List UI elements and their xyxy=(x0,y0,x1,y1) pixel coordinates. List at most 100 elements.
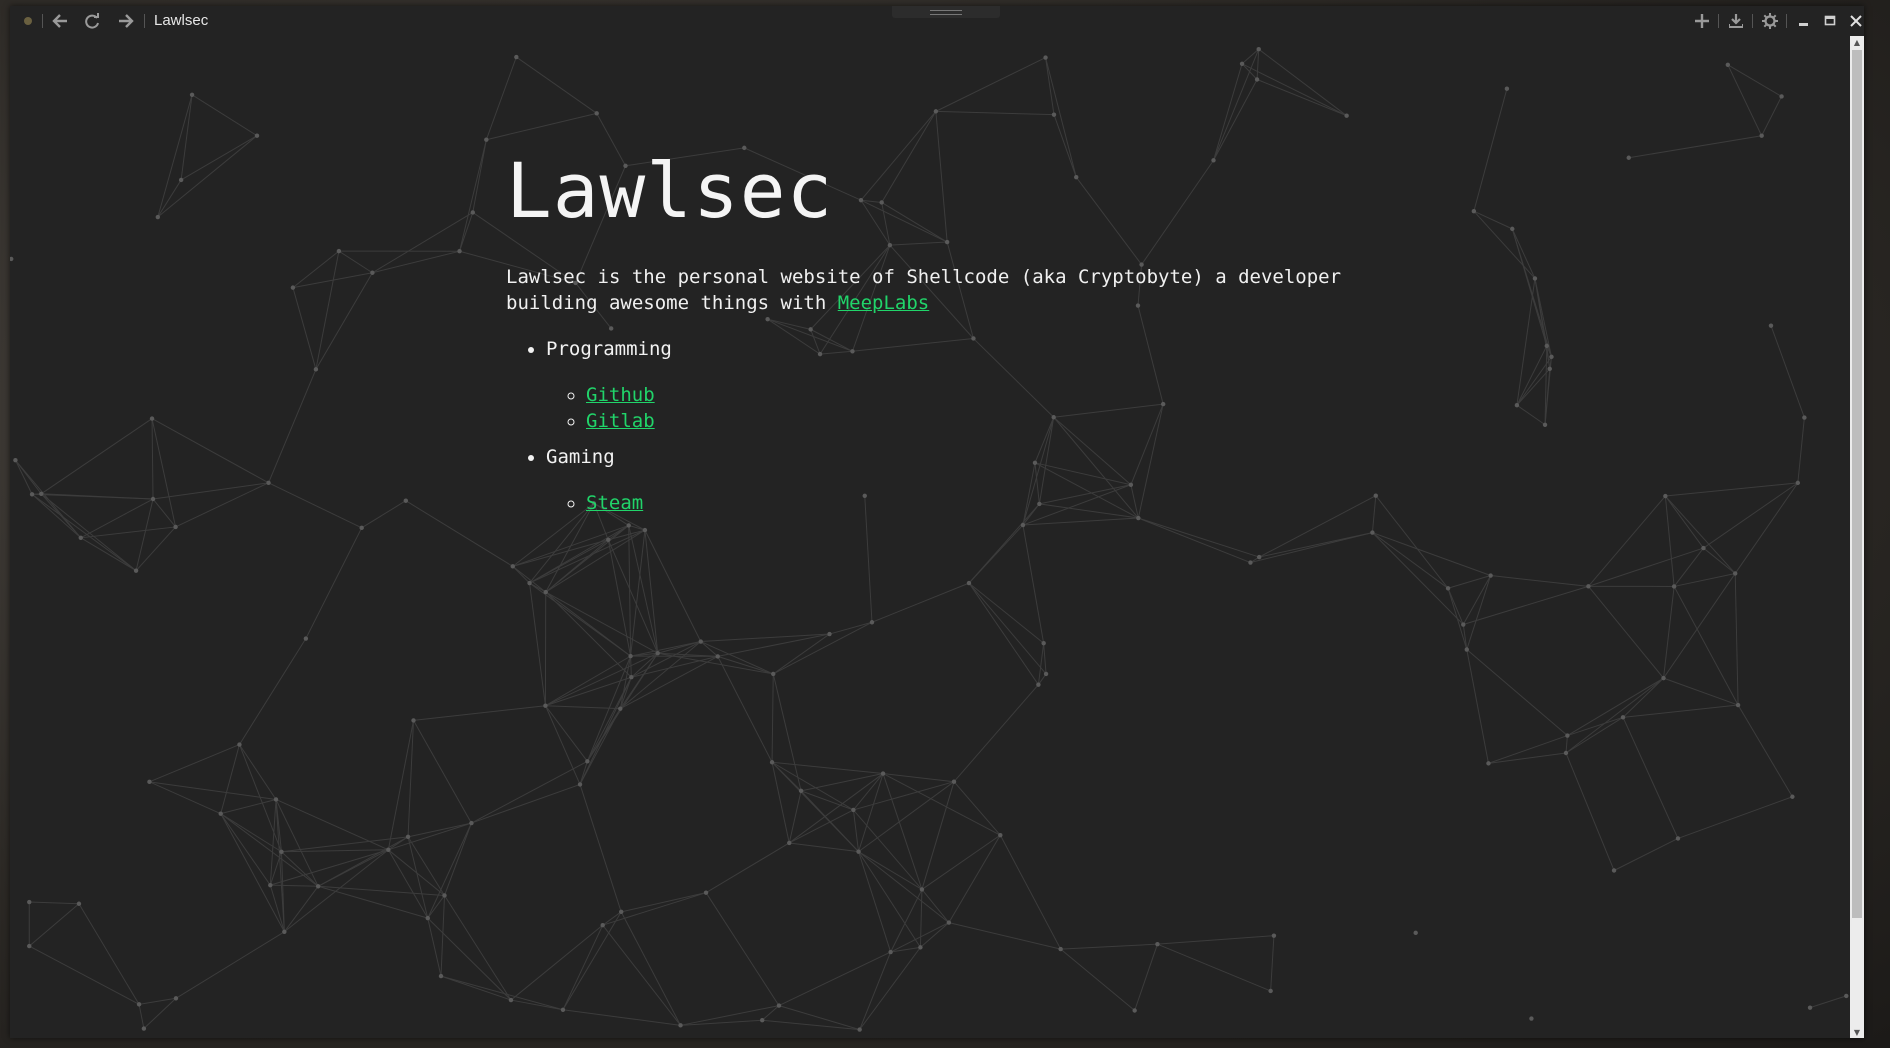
network-node xyxy=(594,111,599,116)
network-node xyxy=(1413,930,1418,936)
network-line xyxy=(440,895,446,977)
network-node xyxy=(268,882,273,888)
toolbar-divider xyxy=(1752,14,1753,28)
network-line xyxy=(1622,717,1679,839)
network-node xyxy=(1461,622,1466,627)
network-line xyxy=(407,720,415,837)
network-line xyxy=(883,773,955,783)
network-line xyxy=(545,591,632,678)
network-line xyxy=(1567,677,1664,736)
network-line xyxy=(1473,210,1536,279)
minimize-button[interactable] xyxy=(1792,10,1816,32)
network-line xyxy=(1270,935,1275,992)
network-node xyxy=(642,527,648,533)
vertical-scrollbar[interactable]: ▲ ▼ xyxy=(1850,36,1864,1038)
network-line xyxy=(871,582,970,623)
network-line xyxy=(388,849,445,896)
network-line xyxy=(512,565,547,593)
network-line xyxy=(644,530,659,654)
network-line xyxy=(1060,948,1135,1011)
maximize-button[interactable] xyxy=(1818,10,1842,32)
network-line xyxy=(220,744,240,814)
network-node xyxy=(290,285,296,290)
network-node xyxy=(149,416,155,421)
plus-icon xyxy=(1695,14,1709,28)
settings-button[interactable] xyxy=(1758,10,1782,32)
network-line xyxy=(858,781,955,853)
gitlab-link[interactable]: Gitlab xyxy=(586,410,655,432)
network-node xyxy=(703,890,709,895)
close-button[interactable] xyxy=(1844,10,1864,32)
network-line xyxy=(510,999,564,1011)
network-node xyxy=(303,636,309,641)
network-node xyxy=(39,491,44,497)
forward-button[interactable] xyxy=(114,10,138,32)
network-line xyxy=(157,179,182,218)
network-line xyxy=(858,851,950,923)
network-line xyxy=(157,94,193,218)
network-line xyxy=(607,539,632,657)
network-line xyxy=(407,822,472,838)
network-node xyxy=(10,256,14,262)
network-line xyxy=(1157,943,1271,992)
network-line xyxy=(1677,796,1793,839)
network-node xyxy=(514,54,519,60)
network-line xyxy=(953,781,1001,836)
network-line xyxy=(407,836,445,896)
network-line xyxy=(32,493,154,500)
network-node xyxy=(715,654,720,659)
network-node xyxy=(1043,671,1049,677)
network-line xyxy=(1567,716,1624,737)
network-node xyxy=(527,580,532,586)
network-node xyxy=(1514,402,1520,408)
drag-handle[interactable] xyxy=(892,6,1000,18)
network-node xyxy=(655,651,660,656)
download-button[interactable] xyxy=(1724,10,1748,32)
network-node xyxy=(869,620,875,625)
network-line xyxy=(1565,752,1615,871)
network-line xyxy=(135,526,176,571)
toolbar-divider xyxy=(144,14,145,28)
network-node xyxy=(438,973,444,979)
toolbar-divider xyxy=(42,14,43,28)
network-node xyxy=(78,535,83,541)
scroll-down-arrow-icon[interactable]: ▼ xyxy=(1850,1026,1864,1038)
network-line xyxy=(1761,96,1783,136)
scroll-up-arrow-icon[interactable]: ▲ xyxy=(1850,36,1864,48)
network-line xyxy=(789,809,854,844)
network-line xyxy=(315,251,340,370)
network-line xyxy=(78,903,140,1005)
network-line xyxy=(471,760,588,824)
network-line xyxy=(602,892,707,926)
steam-link[interactable]: Steam xyxy=(586,492,643,514)
network-node xyxy=(147,779,152,785)
network-line xyxy=(562,924,604,1010)
network-line xyxy=(239,638,307,745)
network-line xyxy=(1488,752,1567,764)
network-node xyxy=(27,943,32,949)
network-line xyxy=(529,525,629,584)
network-line xyxy=(562,911,622,1011)
section-programming: Programming Github Gitlab xyxy=(546,336,1406,434)
network-node xyxy=(510,564,515,569)
network-line xyxy=(1258,48,1347,117)
scroll-thumb[interactable] xyxy=(1852,50,1862,918)
network-node xyxy=(560,1007,566,1012)
network-node xyxy=(1529,1016,1534,1021)
network-node xyxy=(1344,113,1349,118)
new-tab-button[interactable] xyxy=(1690,10,1714,32)
network-node xyxy=(1807,1005,1813,1010)
network-line xyxy=(151,418,269,484)
network-node xyxy=(698,639,703,644)
network-line xyxy=(444,895,512,1001)
network-node xyxy=(1586,584,1591,589)
page-title: Lawlsec xyxy=(506,146,834,235)
reload-button[interactable] xyxy=(80,10,104,32)
network-node xyxy=(386,847,391,853)
github-link[interactable]: Github xyxy=(586,384,655,406)
network-line xyxy=(372,212,474,274)
list-item: Gitlab xyxy=(586,408,1406,434)
meeplabs-link[interactable]: MeepLabs xyxy=(838,292,930,314)
back-button[interactable] xyxy=(48,10,72,32)
network-line xyxy=(157,135,258,218)
